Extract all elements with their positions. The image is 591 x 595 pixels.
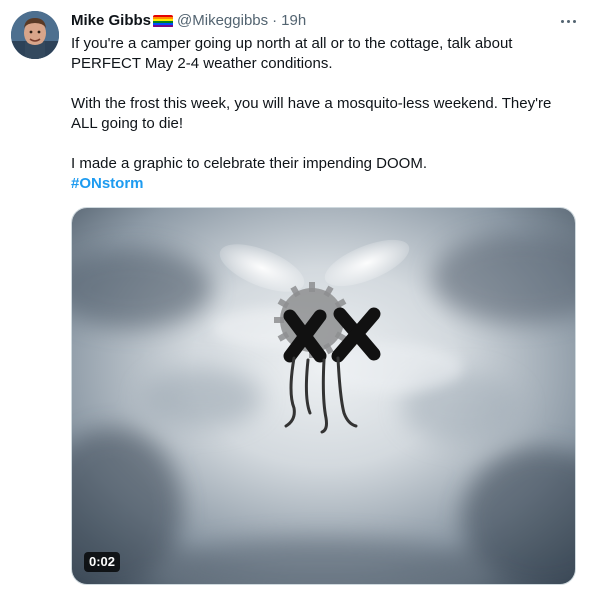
rainbow-flag-icon	[153, 14, 174, 28]
tweet-header: Mike Gibbs @Mikeggibbs · 19h	[71, 11, 306, 31]
video-player[interactable]: 0:02	[71, 207, 576, 585]
author-name[interactable]: Mike Gibbs	[71, 11, 151, 31]
more-horizontal-icon[interactable]	[556, 11, 580, 31]
separator-dot: ·	[272, 12, 278, 29]
tweet: Mike Gibbs @Mikeggibbs · 19h If you're a…	[0, 0, 591, 595]
video-duration: 0:02	[84, 552, 121, 572]
hashtag-link[interactable]: #ONstorm	[71, 175, 144, 192]
tweet-paragraph-2: With the frost this week, you will have …	[71, 95, 552, 132]
avatar[interactable]	[11, 11, 59, 59]
tweet-paragraph-3: I made a graphic to celebrate their impe…	[71, 155, 428, 172]
timestamp[interactable]: 19h	[281, 11, 306, 31]
tweet-paragraph-1: If you're a camper going up north at all…	[71, 35, 513, 72]
author-handle[interactable]: @Mikeggibbs	[177, 11, 268, 31]
tweet-text: If you're a camper going up north at all…	[71, 34, 571, 194]
video-frame	[72, 208, 575, 584]
